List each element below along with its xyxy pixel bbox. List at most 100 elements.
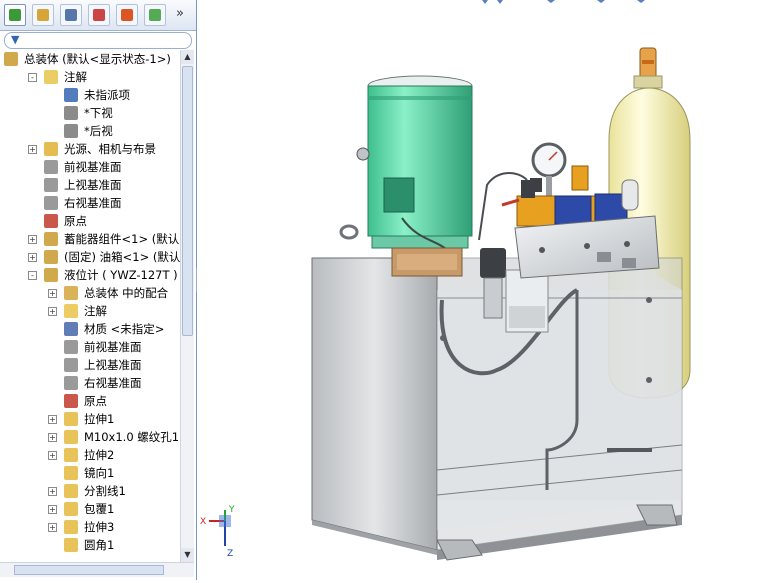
hscroll-thumb[interactable] xyxy=(14,565,164,575)
pressure-gauge xyxy=(530,142,567,196)
tree-item[interactable]: + 光源、相机与布景 xyxy=(0,140,180,158)
tree-item-label: 镜向1 xyxy=(84,466,115,480)
tree-horizontal-scrollbar[interactable] xyxy=(0,562,194,577)
tree-item[interactable]: + 包覆1 xyxy=(0,500,180,518)
tree-item[interactable]: *后视 xyxy=(0,122,180,140)
feature-manager-tab[interactable] xyxy=(4,4,26,26)
tree-item-label: 拉伸2 xyxy=(84,448,115,462)
view-annotation-icon xyxy=(64,106,78,120)
mirror-icon xyxy=(64,466,78,480)
expand-icon[interactable]: + xyxy=(48,523,57,532)
view-toolbar-icons[interactable] xyxy=(482,0,645,4)
tree-item-label: 前视基准面 xyxy=(64,160,122,174)
tree-item[interactable]: 圆角1 xyxy=(0,536,180,554)
tree-item[interactable]: - 液位计 ( YWZ-127T ) <1> xyxy=(0,266,180,284)
configuration-manager-tab[interactable] xyxy=(60,4,82,26)
appearances-icon xyxy=(149,9,161,21)
expand-icon[interactable]: + xyxy=(28,145,37,154)
expand-icon[interactable]: + xyxy=(48,487,57,496)
tree-item-label: (固定) 油箱<1> (默认<显 xyxy=(64,250,180,264)
tree-item[interactable]: 前视基准面 xyxy=(0,158,180,176)
tree-item[interactable]: 原点 xyxy=(0,212,180,230)
tree-item[interactable]: + (固定) 油箱<1> (默认<显 xyxy=(0,248,180,266)
tree-item[interactable]: + 拉伸2 xyxy=(0,446,180,464)
expand-icon[interactable]: + xyxy=(48,505,57,514)
tree-item[interactable]: + 拉伸3 xyxy=(0,518,180,536)
extrude-icon xyxy=(64,412,78,426)
tree-item-label: 分割线1 xyxy=(84,484,126,498)
tree-item-label: 右视基准面 xyxy=(84,376,142,390)
graphics-viewport[interactable]: X Y Z xyxy=(197,0,758,580)
plane-icon xyxy=(64,358,78,372)
coordinate-triad: X Y Z xyxy=(200,505,235,559)
tree-item[interactable]: 镜向1 xyxy=(0,464,180,482)
dimxpert-tab[interactable] xyxy=(88,4,110,26)
configuration-manager-icon xyxy=(65,9,77,21)
tree-filter-input[interactable]: ▼ xyxy=(4,32,192,49)
scroll-up-icon[interactable]: ▲ xyxy=(181,50,194,64)
tree-item-label: M10x1.0 螺纹孔1 xyxy=(84,430,180,444)
triad-y-label: Y xyxy=(228,505,235,515)
triad-x-label: X xyxy=(200,517,206,527)
expand-icon[interactable]: + xyxy=(48,289,57,298)
tree-item-label: 原点 xyxy=(64,214,87,228)
expand-icon[interactable]: + xyxy=(48,433,57,442)
collapse-icon[interactable]: - xyxy=(28,271,37,280)
tree-item[interactable]: + 蓄能器组件<1> (默认<显 xyxy=(0,230,180,248)
tree-item[interactable]: + 拉伸1 xyxy=(0,410,180,428)
more-tabs-icon[interactable]: » xyxy=(176,6,184,21)
tree-item[interactable]: 上视基准面 xyxy=(0,356,180,374)
annotation-icon xyxy=(64,304,78,318)
tree-item-label: 注解 xyxy=(84,304,107,318)
tree-item[interactable]: + 注解 xyxy=(0,302,180,320)
appearances-tab[interactable] xyxy=(144,4,166,26)
tree-item[interactable]: + 分割线1 xyxy=(0,482,180,500)
tree-item[interactable]: 右视基准面 xyxy=(0,194,180,212)
lights-icon xyxy=(44,142,58,156)
expand-icon[interactable]: + xyxy=(28,253,37,262)
tree-item[interactable]: 材质 <未指定> xyxy=(0,320,180,338)
property-manager-tab[interactable] xyxy=(32,4,54,26)
tree-item-label: 注解 xyxy=(64,70,87,84)
tree-item-label: 上视基准面 xyxy=(84,358,142,372)
tree-item-label: 包覆1 xyxy=(84,502,115,516)
tree-item-label: 原点 xyxy=(84,394,107,408)
part-icon xyxy=(44,250,58,264)
tree-item-label: 拉伸3 xyxy=(84,520,115,534)
material-icon xyxy=(64,322,78,336)
extrude-icon xyxy=(64,448,78,462)
tree-item[interactable]: 上视基准面 xyxy=(0,176,180,194)
tree-item-label: *后视 xyxy=(84,124,113,138)
feature-tree: 总装体 (默认<显示状态-1>) - 注解 未指派项 *下视 *后视 + 光源、相机与布景 前视… xyxy=(0,50,180,560)
tree-item[interactable]: 未指派项 xyxy=(0,86,180,104)
scroll-down-icon[interactable]: ▼ xyxy=(181,548,194,562)
display-manager-tab[interactable] xyxy=(116,4,138,26)
tree-item-label: 总装体 中的配合 xyxy=(84,286,169,300)
tree-item[interactable]: - 注解 xyxy=(0,68,180,86)
view-annotation-icon xyxy=(64,124,78,138)
expand-icon[interactable]: + xyxy=(28,235,37,244)
scroll-thumb[interactable] xyxy=(182,66,193,336)
plane-icon xyxy=(64,340,78,354)
expand-icon[interactable]: + xyxy=(48,307,57,316)
tree-vertical-scrollbar[interactable]: ▲ ▼ xyxy=(180,50,194,562)
tree-item-label: 液位计 ( YWZ-127T ) <1> xyxy=(64,268,180,282)
manager-tab-bar: » xyxy=(0,0,196,31)
tree-item[interactable]: *下视 xyxy=(0,104,180,122)
tree-item[interactable]: 前视基准面 xyxy=(0,338,180,356)
plane-icon xyxy=(44,178,58,192)
collapse-icon[interactable]: - xyxy=(28,73,37,82)
fillet-icon xyxy=(64,538,78,552)
tree-item[interactable]: + M10x1.0 螺纹孔1 xyxy=(0,428,180,446)
expand-icon[interactable]: + xyxy=(48,415,57,424)
tree-item[interactable]: 总装体 (默认<显示状态-1>) xyxy=(0,50,180,68)
tree-item[interactable]: 原点 xyxy=(0,392,180,410)
subassembly-icon xyxy=(44,232,58,246)
mates-icon xyxy=(64,286,78,300)
tree-item[interactable]: + 总装体 中的配合 xyxy=(0,284,180,302)
tree-item[interactable]: 右视基准面 xyxy=(0,374,180,392)
electric-motor xyxy=(356,75,473,251)
expand-icon[interactable]: + xyxy=(48,451,57,460)
origin-icon xyxy=(64,394,78,408)
tree-item-label: 圆角1 xyxy=(84,538,115,552)
